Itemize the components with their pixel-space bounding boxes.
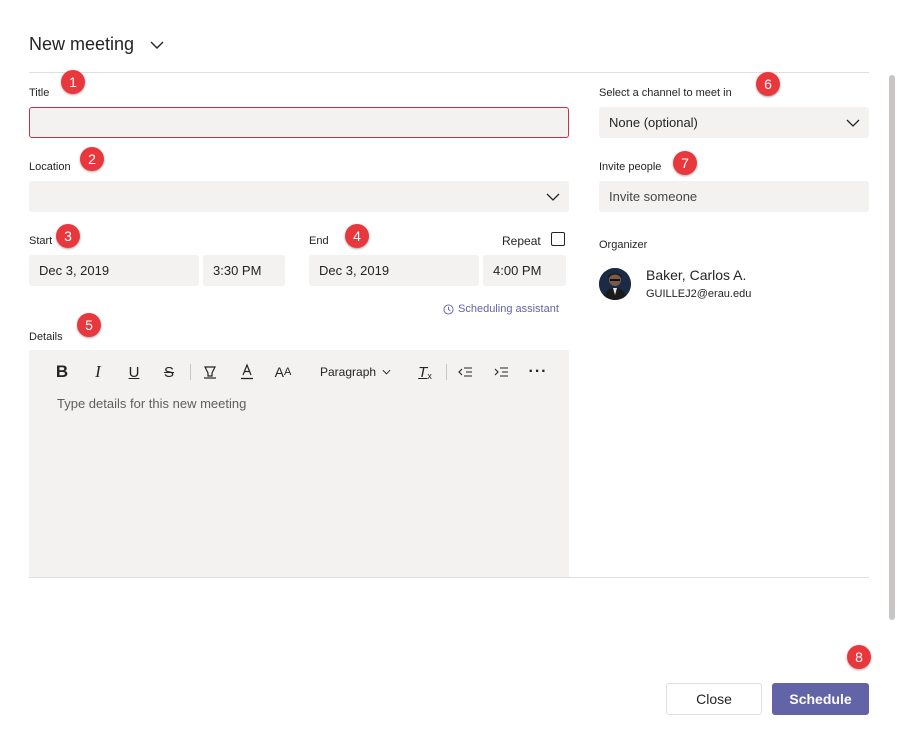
callout-badge-1: 1 — [61, 70, 85, 94]
callout-badge-3: 3 — [56, 224, 80, 248]
chevron-down-icon — [382, 369, 391, 375]
repeat-label: Repeat — [502, 234, 541, 248]
details-divider — [29, 577, 869, 578]
clear-formatting-icon[interactable]: Tx — [415, 360, 435, 384]
callout-badge-6: 6 — [756, 72, 780, 96]
highlight-icon[interactable] — [200, 360, 220, 384]
organizer-email: GUILLEJ2@erau.edu — [646, 288, 752, 300]
callout-badge-7: 7 — [673, 151, 697, 175]
chevron-down-icon[interactable] — [545, 189, 561, 205]
header-divider — [29, 72, 869, 73]
callout-badge-2: 2 — [80, 147, 104, 171]
details-label: Details — [29, 331, 63, 343]
dialog-header: New meeting — [29, 34, 166, 55]
toolbar-separator — [190, 364, 191, 380]
start-label: Start — [29, 235, 53, 247]
paragraph-label: Paragraph — [320, 365, 377, 379]
scheduling-assistant-label: Scheduling assistant — [458, 303, 559, 315]
font-size-icon[interactable]: AA — [273, 360, 293, 384]
repeat-checkbox[interactable] — [551, 232, 565, 246]
bold-icon[interactable]: B — [53, 360, 71, 384]
channel-select[interactable]: None (optional) — [599, 107, 869, 138]
end-date-input[interactable]: Dec 3, 2019 — [309, 255, 479, 286]
close-button[interactable]: Close — [666, 683, 762, 715]
increase-indent-icon[interactable] — [492, 360, 510, 384]
schedule-button[interactable]: Schedule — [772, 683, 869, 715]
callout-badge-5: 5 — [77, 313, 101, 337]
end-time-input[interactable]: 4:00 PM — [483, 255, 566, 286]
details-placeholder: Type details for this new meeting — [57, 396, 247, 411]
scheduling-assistant-link[interactable]: Scheduling assistant — [443, 303, 559, 315]
italic-icon[interactable]: I — [89, 360, 107, 384]
invite-label: Invite people — [599, 161, 662, 173]
toolbar-separator — [446, 364, 447, 380]
title-label: Title — [29, 87, 50, 99]
clock-icon — [443, 303, 454, 315]
avatar — [599, 268, 631, 300]
chevron-down-icon[interactable] — [148, 36, 166, 54]
callout-badge-4: 4 — [345, 224, 369, 248]
details-editor[interactable] — [29, 350, 569, 578]
organizer-name: Baker, Carlos A. — [646, 267, 747, 283]
channel-value: None (optional) — [609, 115, 698, 130]
decrease-indent-icon[interactable] — [456, 360, 474, 384]
chevron-down-icon[interactable] — [845, 115, 861, 131]
start-date-input[interactable]: Dec 3, 2019 — [29, 255, 199, 286]
callout-badge-8: 8 — [847, 645, 871, 669]
more-options-icon[interactable]: ··· — [529, 360, 547, 384]
channel-label: Select a channel to meet in — [599, 87, 732, 99]
underline-icon[interactable]: U — [125, 360, 143, 384]
invite-placeholder: Invite someone — [609, 189, 698, 204]
dialog-title: New meeting — [29, 34, 135, 54]
location-input[interactable] — [29, 181, 569, 212]
font-color-icon[interactable] — [238, 360, 256, 384]
invite-input[interactable]: Invite someone — [599, 181, 869, 212]
paragraph-dropdown[interactable]: Paragraph — [320, 360, 392, 384]
strikethrough-icon[interactable]: S — [160, 360, 178, 384]
organizer-label: Organizer — [599, 239, 648, 251]
end-label: End — [309, 235, 329, 247]
scrollbar[interactable] — [889, 75, 895, 620]
start-time-input[interactable]: 3:30 PM — [203, 255, 285, 286]
location-label: Location — [29, 161, 71, 173]
title-input[interactable] — [29, 107, 569, 138]
